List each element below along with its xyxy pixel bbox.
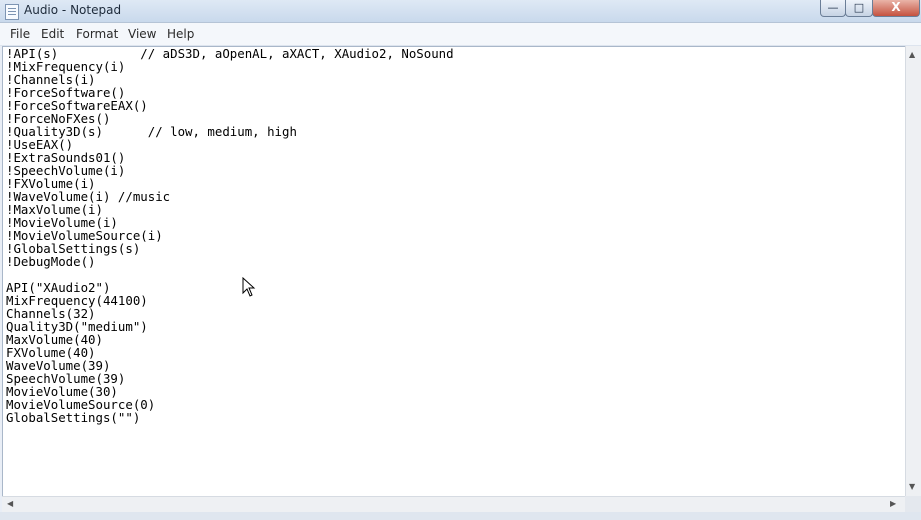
text-editor[interactable]: !API(s) // aDS3D, aOpenAL, aXACT, XAudio…: [2, 46, 907, 498]
notepad-window: Audio - Notepad — □ X File Edit Format V…: [0, 0, 921, 520]
menu-file[interactable]: File: [10, 27, 30, 41]
scroll-up-icon[interactable]: ▲: [909, 50, 915, 59]
minimize-button[interactable]: —: [820, 0, 846, 17]
resize-grip[interactable]: [905, 496, 921, 512]
window-title: Audio - Notepad: [24, 3, 122, 17]
menu-view[interactable]: View: [128, 27, 156, 41]
scroll-down-icon[interactable]: ▼: [909, 482, 915, 491]
vertical-scrollbar[interactable]: ▲ ▼: [905, 46, 921, 496]
menu-bar: File Edit Format View Help: [0, 23, 921, 46]
horizontal-scrollbar[interactable]: ◀ ▶: [2, 496, 905, 512]
close-button[interactable]: X: [872, 0, 920, 17]
notepad-app-icon[interactable]: [5, 4, 19, 20]
menu-format[interactable]: Format: [76, 27, 118, 41]
mouse-pointer-icon: [242, 277, 256, 297]
title-bar[interactable]: Audio - Notepad — □ X: [0, 0, 921, 23]
scroll-right-icon[interactable]: ▶: [890, 499, 896, 508]
maximize-button[interactable]: □: [845, 0, 873, 17]
menu-help[interactable]: Help: [167, 27, 194, 41]
menu-edit[interactable]: Edit: [41, 27, 64, 41]
editor-content[interactable]: !API(s) // aDS3D, aOpenAL, aXACT, XAudio…: [3, 47, 906, 424]
window-bottom-edge: [0, 512, 921, 520]
scroll-left-icon[interactable]: ◀: [7, 499, 13, 508]
